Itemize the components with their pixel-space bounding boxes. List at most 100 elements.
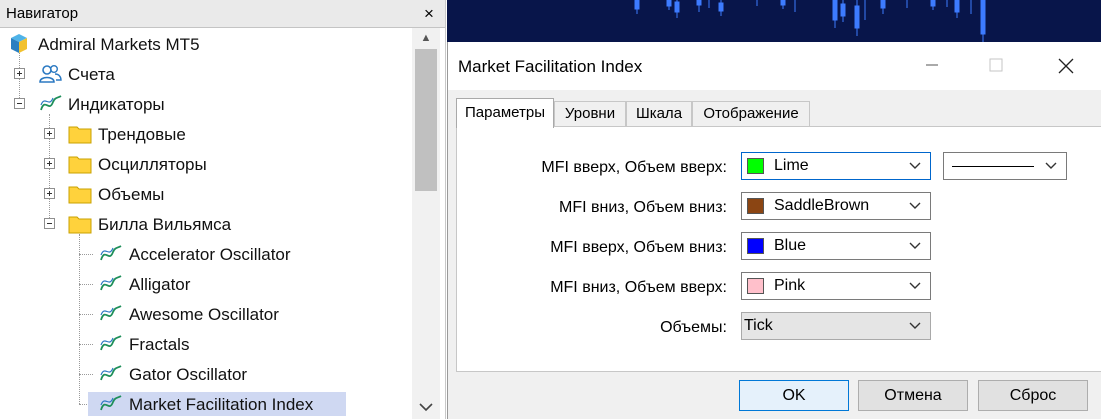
dialog-title: Market Facilitation Index [458, 57, 643, 76]
navigator-title: Навигатор [6, 5, 79, 22]
tree-node-indicator[interactable]: Accelerator Oscillator [0, 240, 412, 268]
tree-node-label: Fractals [129, 335, 190, 354]
tree-node-folder-volumes[interactable]: Объемы [0, 180, 412, 208]
navigator-tree: Admiral Markets MT5 Счета Индикаторы Тре… [0, 28, 412, 419]
folder-icon [68, 153, 92, 175]
minimize-icon [926, 64, 938, 66]
indicator-icon [100, 273, 124, 295]
chevron-down-icon [909, 162, 921, 169]
select-value: SaddleBrown [774, 197, 870, 214]
accounts-icon [38, 63, 62, 85]
tree-node-label: Market Facilitation Index [129, 395, 314, 414]
select-value: Lime [774, 157, 809, 174]
tree-node-indicator[interactable]: Gator Oscillator [0, 360, 412, 388]
color-swatch [747, 278, 764, 294]
tree-node-label: Gator Oscillator [129, 365, 248, 384]
tree-node-label: Admiral Markets MT5 [38, 35, 200, 54]
navigator-panel: Навигатор × Admiral Markets MT5 Счета Ин… [0, 0, 446, 419]
close-icon [1058, 58, 1074, 74]
minimize-button[interactable] [910, 50, 954, 80]
tree-node-folder-oscillators[interactable]: Осцилляторы [0, 150, 412, 178]
color-swatch [747, 198, 764, 214]
tree-node-indicators[interactable]: Индикаторы [0, 90, 412, 118]
tree-node-broker[interactable]: Admiral Markets MT5 [0, 30, 412, 58]
param-label: MFI вниз, Объем вниз: [559, 199, 727, 216]
folder-icon [68, 123, 92, 145]
tree-node-accounts[interactable]: Счета [0, 60, 412, 88]
tree-node-label: Счета [68, 65, 115, 84]
dialog-titlebar: Market Facilitation Index [448, 42, 1101, 90]
expand-toggle[interactable] [44, 158, 55, 169]
param-label: MFI вверх, Объем вниз: [550, 239, 727, 256]
scrollbar-thumb[interactable] [415, 49, 437, 191]
color-select-mfi-down-volume-up[interactable]: Pink [741, 272, 931, 300]
tree-node-folder-trend[interactable]: Трендовые [0, 120, 412, 148]
expand-toggle[interactable] [14, 68, 25, 79]
reset-button[interactable]: Сброс [978, 380, 1088, 411]
color-swatch [747, 158, 764, 174]
collapse-toggle[interactable] [44, 218, 55, 229]
line-style-select[interactable] [943, 152, 1067, 180]
color-select-mfi-up-volume-up[interactable]: Lime [741, 152, 931, 180]
tree-node-label: Объемы [98, 185, 165, 204]
maximize-button[interactable] [974, 50, 1018, 80]
select-value: Tick [744, 317, 773, 334]
navigator-scrollbar[interactable]: ▲ [412, 28, 440, 419]
tree-node-folder-bill-williams[interactable]: Билла Вильямса [0, 210, 412, 238]
tree-node-indicator[interactable]: Fractals [0, 330, 412, 358]
scroll-up-icon[interactable]: ▲ [412, 28, 440, 48]
cancel-button[interactable]: Отмена [858, 380, 968, 411]
indicator-icon [100, 333, 124, 355]
indicator-icon [40, 93, 64, 115]
param-label: MFI вверх, Объем вверх: [541, 159, 727, 176]
tree-node-label: Accelerator Oscillator [129, 245, 291, 264]
color-select-mfi-down-volume-down[interactable]: SaddleBrown [741, 192, 931, 220]
tree-node-label: Alligator [129, 275, 191, 294]
chevron-down-icon [909, 282, 921, 289]
broker-logo-icon [8, 33, 32, 55]
chevron-down-icon [909, 242, 921, 249]
tree-node-indicator-selected[interactable]: Market Facilitation Index [0, 390, 412, 418]
chevron-down-icon [909, 322, 921, 329]
navigator-close-button[interactable]: × [418, 3, 440, 25]
tree-node-label: Трендовые [98, 125, 186, 144]
tree-node-label: Билла Вильямса [98, 215, 232, 234]
tree-node-indicator[interactable]: Awesome Oscillator [0, 300, 412, 328]
indicator-icon [100, 393, 124, 415]
navigator-header: Навигатор × [0, 0, 445, 28]
chevron-down-icon [1045, 162, 1057, 169]
indicator-icon [100, 243, 124, 265]
indicator-icon [100, 303, 124, 325]
volume-type-select[interactable]: Tick [741, 312, 931, 340]
expand-toggle[interactable] [44, 128, 55, 139]
chart-area [447, 0, 1101, 42]
color-swatch [747, 238, 764, 254]
tab-parameters[interactable]: Параметры [456, 98, 554, 128]
tab-scale[interactable]: Шкала [626, 101, 692, 127]
ok-button[interactable]: OK [739, 380, 849, 411]
maximize-icon [989, 58, 1003, 72]
close-button[interactable] [1044, 50, 1088, 80]
mfi-properties-dialog: Market Facilitation Index Параметры Уров… [447, 42, 1101, 419]
param-label: Объемы: [660, 319, 727, 336]
folder-open-icon [68, 213, 92, 235]
indicator-icon [100, 363, 124, 385]
chevron-down-icon [909, 202, 921, 209]
expand-toggle[interactable] [44, 188, 55, 199]
tree-node-label: Осцилляторы [98, 155, 207, 174]
tree-node-label: Awesome Oscillator [129, 305, 279, 324]
line-style-preview [952, 166, 1034, 167]
tab-display[interactable]: Отображение [692, 101, 810, 127]
param-label: MFI вниз, Объем вверх: [550, 279, 727, 296]
tree-node-label: Индикаторы [68, 95, 165, 114]
scroll-down-icon[interactable] [412, 395, 440, 419]
tree-node-indicator[interactable]: Alligator [0, 270, 412, 298]
color-select-mfi-up-volume-down[interactable]: Blue [741, 232, 931, 260]
parameters-panel: MFI вверх, Объем вверх: Lime MFI вниз, О… [456, 126, 1101, 372]
select-value: Blue [774, 237, 807, 254]
tab-levels[interactable]: Уровни [554, 101, 626, 127]
select-value: Pink [774, 277, 806, 294]
chart-candles [634, 0, 986, 42]
collapse-toggle[interactable] [14, 98, 25, 109]
folder-icon [68, 183, 92, 205]
